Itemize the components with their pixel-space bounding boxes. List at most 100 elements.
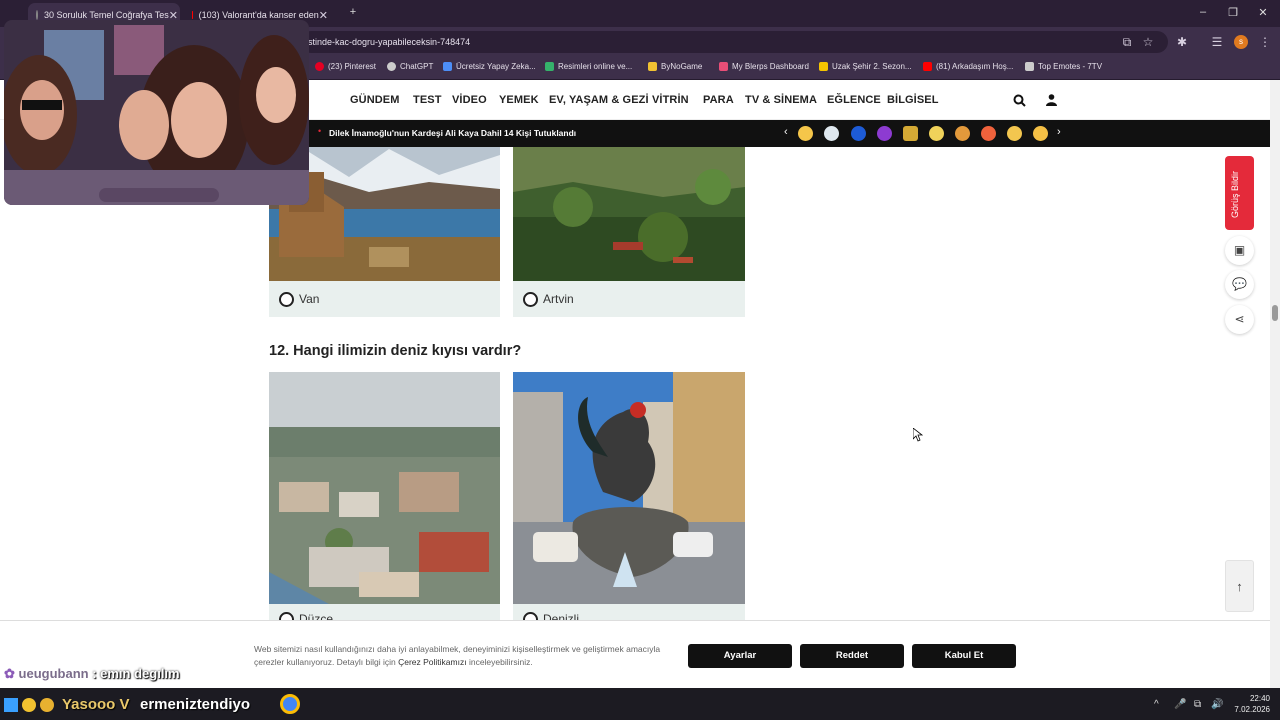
option-van[interactable]: Van	[269, 281, 500, 317]
artvin-landscape-image	[513, 147, 745, 281]
bookmark-add-icon[interactable]: ▣	[1225, 236, 1254, 265]
nav-gundem[interactable]: GÜNDEM	[350, 94, 400, 106]
ai-icon	[443, 62, 452, 71]
bookmark-blerps[interactable]: My Blerps Dashboard	[719, 62, 809, 71]
feedback-button[interactable]: Görüş Bildir	[1225, 156, 1254, 230]
banner-emote-icon	[4, 698, 18, 712]
reaction-laugh-icon[interactable]	[798, 126, 813, 141]
option-duzce[interactable]: Düzce	[269, 604, 500, 620]
bookmark-uzak-sehir[interactable]: Uzak Şehir 2. Sezon...	[819, 62, 912, 71]
cookie-consent-bar: Web sitemizi nasıl kullandığınızı daha i…	[0, 620, 1270, 688]
reaction-wtf-icon[interactable]	[903, 126, 918, 141]
profile-avatar[interactable]: s	[1234, 35, 1248, 49]
user-icon[interactable]	[1046, 94, 1057, 106]
comments-icon[interactable]: 💬	[1225, 270, 1254, 299]
bookmark-label: ChatGPT	[400, 62, 434, 71]
nav-bilgisel[interactable]: BİLGİSEL	[887, 94, 939, 106]
bookmark-youtube[interactable]: (81) Arkadaşım Hoş...	[923, 62, 1013, 71]
bynogame-icon	[648, 62, 657, 71]
scroll-to-top-button[interactable]: ↑	[1225, 560, 1254, 612]
search-icon[interactable]	[1013, 94, 1026, 107]
bookmark-7tv[interactable]: Top Emotes - 7TV	[1025, 62, 1102, 71]
radio-button[interactable]	[279, 612, 294, 620]
share-icon[interactable]: ⋖	[1225, 305, 1254, 334]
url-text: stinde-kac-dogru-yapabileceksin-748474	[308, 37, 471, 47]
cookie-policy-link[interactable]: Çerez Politikamızı	[398, 657, 467, 667]
bookmark-label: Uzak Şehir 2. Sezon...	[832, 62, 912, 71]
close-window-icon[interactable]: ✕	[1253, 6, 1273, 19]
tray-expand-icon[interactable]: ^	[1154, 699, 1159, 710]
clock-time: 22:40	[1249, 694, 1270, 703]
option-artvin[interactable]: Artvin	[513, 281, 745, 317]
reaction-cookie-icon[interactable]	[955, 126, 970, 141]
option-denizli[interactable]: Denizli	[513, 604, 745, 620]
chat-username: ueugubann	[18, 666, 89, 681]
taskbar-clock[interactable]: 22:40 7.02.2026	[1228, 693, 1270, 715]
bookmark-bynogame[interactable]: ByNoGame	[648, 62, 702, 71]
reaction-sad-icon[interactable]	[1007, 126, 1022, 141]
clock-date: 7.02.2026	[1234, 705, 1270, 714]
banner-emote-icon	[40, 698, 54, 712]
reaction-badge-icon[interactable]	[851, 126, 866, 141]
volume-icon[interactable]: 🔊	[1211, 699, 1223, 710]
bookmark-label: ByNoGame	[661, 62, 703, 71]
ticker-prev-icon[interactable]: ‹	[784, 126, 788, 138]
nav-test[interactable]: TEST	[413, 94, 442, 106]
bookmark-resimler[interactable]: Resimleri online ve...	[545, 62, 632, 71]
nav-para[interactable]: PARA	[703, 94, 734, 106]
radio-button[interactable]	[279, 291, 294, 307]
tab-title: 30 Soruluk Temel Coğrafya Tes	[44, 10, 169, 20]
reaction-omg-icon[interactable]	[877, 126, 892, 141]
option-image-duzce[interactable]	[269, 372, 500, 604]
mouse-cursor-icon	[913, 428, 923, 442]
close-tab-icon[interactable]: ✕	[319, 9, 328, 22]
extensions-icon[interactable]: ✱	[1175, 35, 1189, 49]
menu-kebab-icon[interactable]: ⋮	[1258, 35, 1272, 49]
bookmark-pinterest[interactable]: (23) Pinterest	[315, 62, 376, 71]
7tv-icon	[1025, 62, 1034, 71]
new-tab-icon[interactable]: +	[343, 6, 363, 18]
cookie-accept-button[interactable]: Kabul Et	[912, 644, 1016, 668]
nav-vitrin[interactable]: VİTRİN	[652, 94, 689, 106]
network-icon[interactable]: ⧉	[1194, 699, 1201, 710]
nav-video[interactable]: VİDEO	[452, 94, 487, 106]
maximize-icon[interactable]: ❐	[1223, 6, 1243, 19]
rp-icon	[545, 62, 554, 71]
chatgpt-icon	[387, 62, 396, 71]
ticker-bullet-icon: •	[318, 126, 322, 136]
reaction-love-icon[interactable]	[981, 126, 996, 141]
option-label: Artvin	[543, 292, 574, 306]
address-bar[interactable]: stinde-kac-dogru-yapabileceksin-748474	[300, 31, 1168, 53]
radio-button[interactable]	[523, 612, 538, 620]
tab-title: (103) Valorant'da kanser eden	[198, 10, 319, 20]
bookmark-star-icon[interactable]: ☆	[1141, 35, 1155, 49]
option-label: Denizli	[543, 612, 580, 620]
chat-message: : emın degılım	[92, 666, 180, 681]
install-app-icon[interactable]: ⧉	[1120, 35, 1134, 49]
reaction-snow-icon[interactable]	[824, 126, 839, 141]
bookmark-label: (23) Pinterest	[328, 62, 377, 71]
ticker-headline[interactable]: Dilek İmamoğlu'nun Kardeşi Ali Kaya Dahi…	[329, 128, 576, 138]
nav-tv-sinema[interactable]: TV & SİNEMA	[745, 94, 817, 106]
scrollbar-thumb[interactable]	[1272, 305, 1278, 321]
reaction-smile-icon[interactable]	[1033, 126, 1048, 141]
nav-yemek[interactable]: YEMEK	[499, 94, 539, 106]
radio-button[interactable]	[523, 291, 538, 307]
nav-eglence[interactable]: EĞLENCE	[827, 94, 881, 106]
minimize-icon[interactable]: –	[1193, 6, 1213, 18]
nav-ev-yasam[interactable]: EV, YAŞAM & GEZİ	[549, 94, 649, 106]
option-image-denizli[interactable]	[513, 372, 745, 604]
bookmark-label: (81) Arkadaşım Hoş...	[936, 62, 1014, 71]
option-image-artvin[interactable]	[513, 147, 745, 281]
cookie-reject-button[interactable]: Reddet	[800, 644, 904, 668]
microphone-icon[interactable]: 🎤	[1174, 699, 1186, 710]
option-label: Van	[299, 292, 320, 306]
media-icon[interactable]: ☰	[1210, 35, 1224, 49]
reaction-nerd-icon[interactable]	[929, 126, 944, 141]
banner-emote-icon	[22, 698, 36, 712]
page-scrollbar[interactable]	[1270, 80, 1280, 688]
cookie-settings-button[interactable]: Ayarlar	[688, 644, 792, 668]
bookmark-ai[interactable]: Ücretsiz Yapay Zeka...	[443, 62, 536, 71]
ticker-next-icon[interactable]: ›	[1057, 126, 1061, 138]
bookmark-chatgpt[interactable]: ChatGPT	[387, 62, 433, 71]
